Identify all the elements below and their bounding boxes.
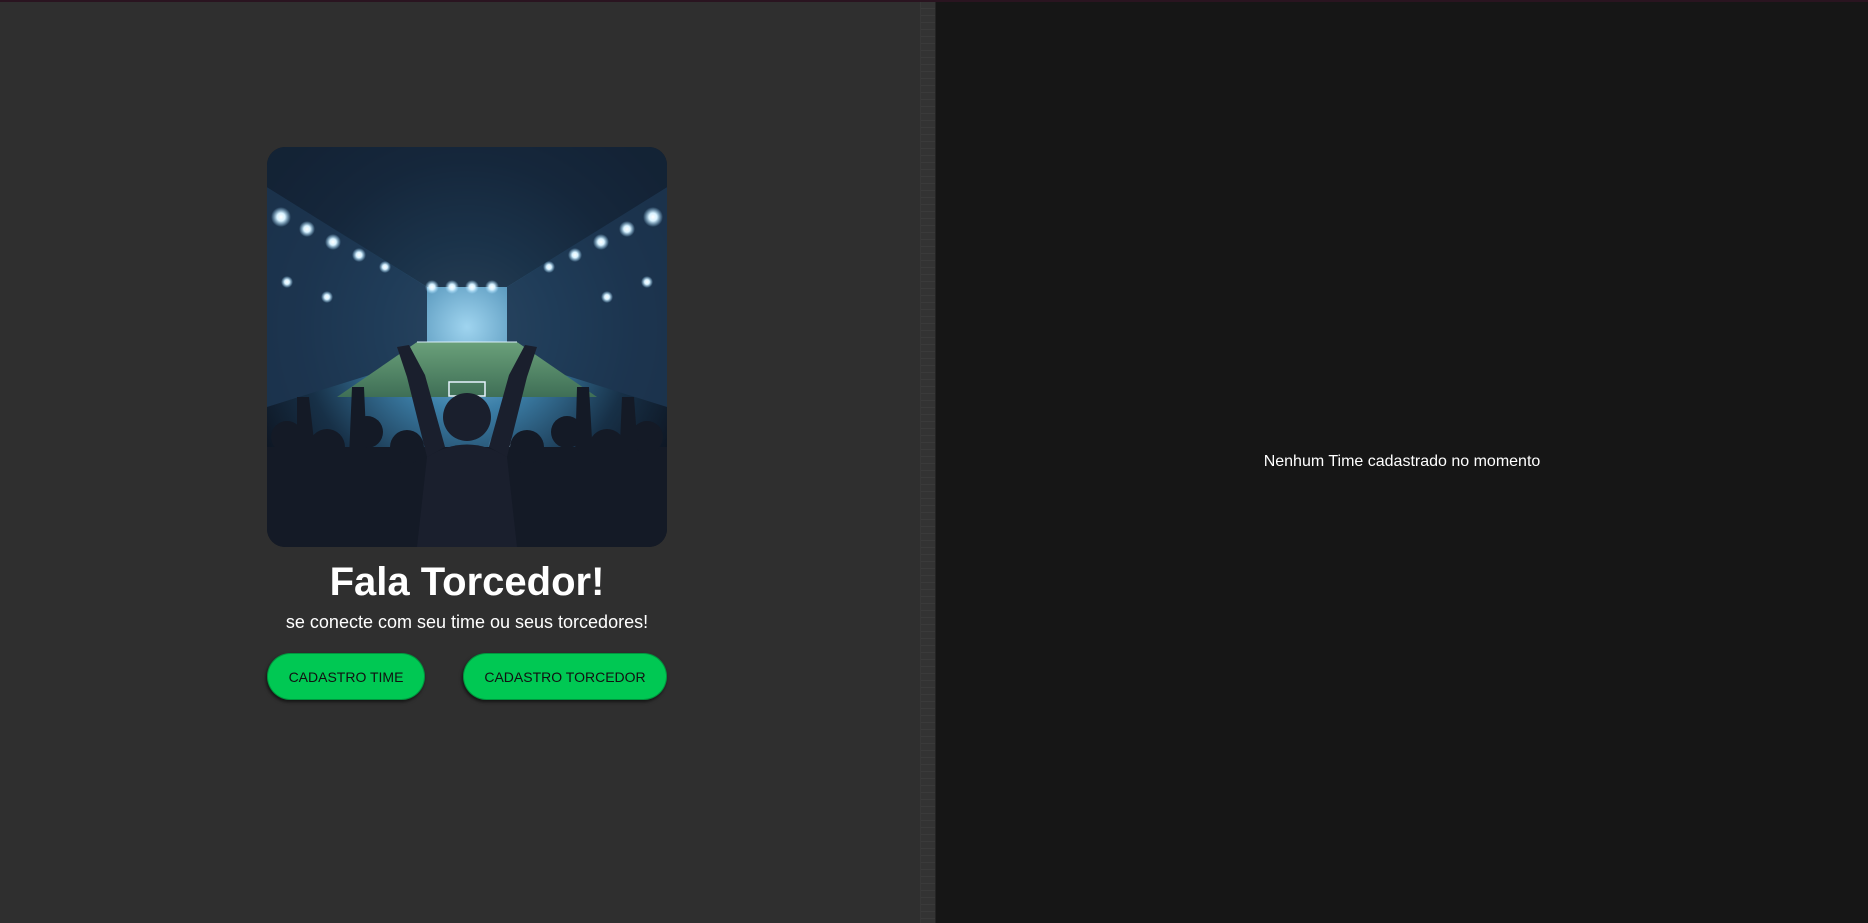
cadastro-torcedor-button[interactable]: CADASTRO TORCEDOR (463, 653, 667, 700)
teams-panel: Nenhum Time cadastrado no momento (936, 2, 1868, 923)
cadastro-time-button[interactable]: CADASTRO TIME (267, 653, 425, 700)
panel-resize-handle[interactable] (920, 2, 936, 923)
page-title: Fala Torcedor! (329, 560, 605, 604)
action-buttons: CADASTRO TIME CADASTRO TORCEDOR (267, 653, 667, 700)
page-subtitle: se conecte com seu time ou seus torcedor… (285, 612, 649, 632)
hero-image (267, 147, 667, 547)
left-panel: Fala Torcedor! se conecte com seu time o… (0, 2, 920, 923)
empty-teams-message: Nenhum Time cadastrado no momento (1263, 453, 1541, 470)
hero-card: Fala Torcedor! se conecte com seu time o… (267, 147, 667, 700)
